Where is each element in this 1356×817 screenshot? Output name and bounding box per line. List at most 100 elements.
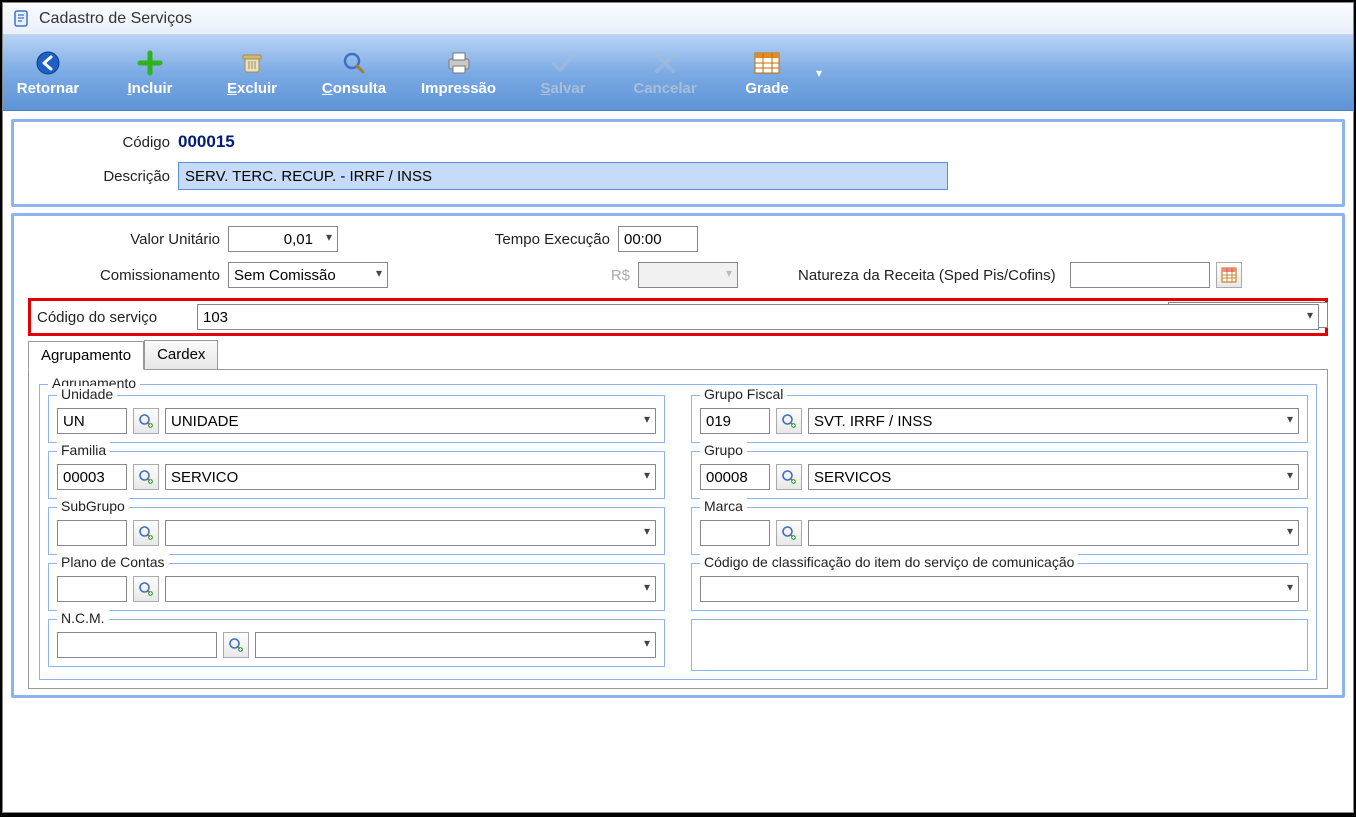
tab-agrupamento[interactable]: Agrupamento bbox=[28, 341, 144, 370]
search-plus-icon bbox=[781, 413, 797, 429]
salvar-button: Salvar bbox=[528, 49, 598, 97]
app-icon bbox=[13, 10, 31, 28]
plus-icon bbox=[136, 49, 164, 77]
consulta-button[interactable]: Consulta bbox=[319, 49, 389, 97]
unidade-lookup-button[interactable] bbox=[133, 408, 159, 434]
tab-body: Agrupamento Unidade bbox=[28, 369, 1328, 689]
codigo-value: 000015 bbox=[178, 132, 235, 152]
marca-code-input[interactable] bbox=[700, 520, 770, 546]
agrupamento-fieldset: Agrupamento Unidade bbox=[39, 384, 1317, 680]
grupo-fiscal-code-input[interactable] bbox=[700, 408, 770, 434]
valor-unitario-input[interactable] bbox=[228, 226, 338, 252]
toolbar-more-arrow-icon[interactable]: ▾ bbox=[816, 66, 822, 80]
comissionamento-select[interactable] bbox=[228, 262, 388, 288]
cod-classif-select[interactable] bbox=[700, 576, 1299, 602]
x-icon bbox=[651, 49, 679, 77]
subgrupo-code-input[interactable] bbox=[57, 520, 127, 546]
rs-label: R$ bbox=[388, 267, 638, 284]
grid-icon bbox=[753, 49, 781, 77]
plano-contas-group: Plano de Contas bbox=[48, 563, 665, 611]
unidade-legend: Unidade bbox=[57, 386, 117, 402]
excluir-button[interactable]: Excluir bbox=[217, 49, 287, 97]
check-icon bbox=[549, 49, 577, 77]
content: Código 000015 Descrição Valor Unitário T… bbox=[3, 111, 1353, 712]
tabs: Agrupamento Cardex bbox=[28, 340, 1328, 369]
search-plus-icon bbox=[138, 525, 154, 541]
natureza-lookup-button[interactable] bbox=[1216, 262, 1242, 288]
grid-lookup-icon bbox=[1221, 267, 1237, 283]
subgrupo-desc-select[interactable] bbox=[165, 520, 656, 546]
familia-desc-select[interactable] bbox=[165, 464, 656, 490]
ncm-legend: N.C.M. bbox=[57, 610, 109, 626]
back-icon bbox=[34, 49, 62, 77]
grupo-legend: Grupo bbox=[700, 442, 747, 458]
plano-contas-code-input[interactable] bbox=[57, 576, 127, 602]
grupo-fiscal-lookup-button[interactable] bbox=[776, 408, 802, 434]
comissionamento-label: Comissionamento bbox=[28, 267, 228, 284]
codigo-servico-label: Código do serviço bbox=[37, 309, 197, 326]
grupo-fiscal-desc-select[interactable] bbox=[808, 408, 1299, 434]
natureza-input[interactable] bbox=[1070, 262, 1210, 288]
search-plus-icon bbox=[781, 469, 797, 485]
codigo-label: Código bbox=[28, 134, 178, 151]
subgrupo-group: SubGrupo bbox=[48, 507, 665, 555]
grupo-lookup-button[interactable] bbox=[776, 464, 802, 490]
codigo-servico-select[interactable] bbox=[197, 304, 1319, 330]
print-icon bbox=[445, 49, 473, 77]
familia-legend: Familia bbox=[57, 442, 110, 458]
unidade-desc-select[interactable] bbox=[165, 408, 656, 434]
search-plus-icon bbox=[138, 581, 154, 597]
titlebar: Cadastro de Serviços bbox=[3, 3, 1353, 35]
marca-group: Marca bbox=[691, 507, 1308, 555]
cancelar-button: Cancelar bbox=[630, 49, 700, 97]
familia-group: Familia bbox=[48, 451, 665, 499]
marca-lookup-button[interactable] bbox=[776, 520, 802, 546]
cod-classif-legend: Código de classificação do item do servi… bbox=[700, 554, 1078, 570]
trash-icon bbox=[238, 49, 266, 77]
cod-classif-group: Código de classificação do item do servi… bbox=[691, 563, 1308, 611]
descricao-label: Descrição bbox=[28, 168, 178, 185]
search-plus-icon bbox=[228, 637, 244, 653]
familia-code-input[interactable] bbox=[57, 464, 127, 490]
ncm-group: N.C.M. bbox=[48, 619, 665, 667]
grade-button[interactable]: Grade bbox=[732, 49, 802, 97]
subgrupo-lookup-button[interactable] bbox=[133, 520, 159, 546]
ncm-lookup-button[interactable] bbox=[223, 632, 249, 658]
valor-unitario-label: Valor Unitário bbox=[28, 231, 228, 248]
ncm-desc-select[interactable] bbox=[255, 632, 656, 658]
unidade-code-input[interactable] bbox=[57, 408, 127, 434]
retornar-button[interactable]: Retornar bbox=[13, 49, 83, 97]
grupo-fiscal-legend: Grupo Fiscal bbox=[700, 386, 787, 402]
marca-legend: Marca bbox=[700, 498, 747, 514]
window-title: Cadastro de Serviços bbox=[39, 10, 192, 28]
header-panel: Código 000015 Descrição bbox=[11, 119, 1345, 207]
window-frame: Cadastro de Serviços Retornar Incluir Ex… bbox=[2, 2, 1354, 813]
search-plus-icon bbox=[138, 469, 154, 485]
tempo-execucao-input[interactable] bbox=[618, 226, 698, 252]
impressao-button[interactable]: Impressão bbox=[421, 49, 496, 97]
grupo-code-input[interactable] bbox=[700, 464, 770, 490]
grupo-group: Grupo bbox=[691, 451, 1308, 499]
unidade-group: Unidade bbox=[48, 395, 665, 443]
ncm-code-input[interactable] bbox=[57, 632, 217, 658]
plano-contas-desc-select[interactable] bbox=[165, 576, 656, 602]
tab-cardex[interactable]: Cardex bbox=[144, 340, 218, 369]
incluir-button[interactable]: Incluir bbox=[115, 49, 185, 97]
grupo-fiscal-group: Grupo Fiscal bbox=[691, 395, 1308, 443]
marca-desc-select[interactable] bbox=[808, 520, 1299, 546]
search-plus-icon bbox=[138, 413, 154, 429]
details-panel: Valor Unitário Tempo Execução Comissiona… bbox=[11, 213, 1345, 698]
descricao-input[interactable] bbox=[178, 162, 948, 190]
natureza-label: Natureza da Receita (Sped Pis/Cofins) bbox=[738, 267, 1064, 284]
plano-contas-legend: Plano de Contas bbox=[57, 554, 169, 570]
rs-select bbox=[638, 262, 738, 288]
grupo-desc-select[interactable] bbox=[808, 464, 1299, 490]
subgrupo-legend: SubGrupo bbox=[57, 498, 129, 514]
familia-lookup-button[interactable] bbox=[133, 464, 159, 490]
toolbar: Retornar Incluir Excluir Consulta Impres… bbox=[3, 35, 1353, 111]
tempo-execucao-label: Tempo Execução bbox=[338, 231, 618, 248]
search-icon bbox=[340, 49, 368, 77]
empty-group bbox=[691, 619, 1308, 671]
search-plus-icon bbox=[781, 525, 797, 541]
plano-contas-lookup-button[interactable] bbox=[133, 576, 159, 602]
